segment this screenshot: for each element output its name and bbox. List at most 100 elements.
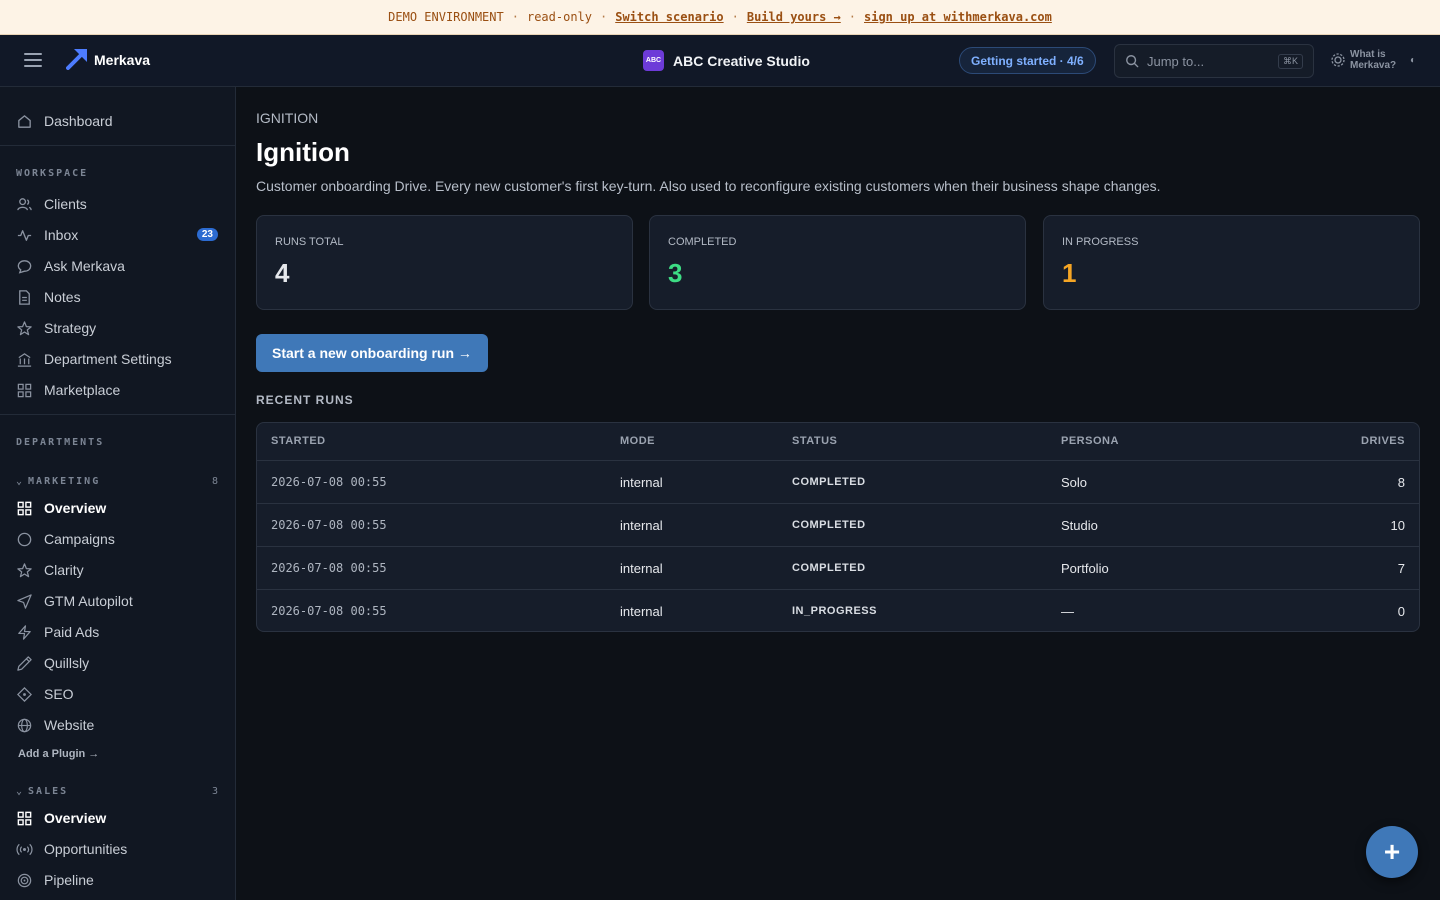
banner-separator: · bbox=[731, 10, 739, 24]
sidebar-item-inbox[interactable]: Inbox 23 bbox=[16, 223, 220, 247]
stat-value: 3 bbox=[668, 258, 683, 288]
cell-started: 2026-07-08 00:55 bbox=[271, 561, 387, 575]
sidebar-item-label: Website bbox=[44, 717, 95, 733]
divider bbox=[0, 145, 235, 146]
marketing-group-toggle[interactable]: ⌄ MARKETING 8 bbox=[16, 476, 220, 487]
sidebar-item-label: Strategy bbox=[44, 320, 97, 336]
sidebar-item-opportunities[interactable]: Opportunities bbox=[16, 837, 220, 861]
group-label: SALES bbox=[28, 786, 69, 797]
table-header: STARTED MODE STATUS PERSONA DRIVES bbox=[257, 423, 1419, 461]
users-icon bbox=[17, 197, 32, 210]
app-logo[interactable]: Merkava bbox=[66, 46, 150, 70]
signup-link[interactable]: sign up at withmerkava.com bbox=[864, 10, 1052, 24]
theme-toggle-icon[interactable]: ◐ bbox=[1410, 55, 1416, 66]
sidebar-item-department-settings[interactable]: Department Settings bbox=[16, 347, 220, 371]
search-input[interactable]: Jump to... ⌘K bbox=[1114, 44, 1314, 78]
org-switcher[interactable]: ABC ABC Creative Studio bbox=[643, 50, 810, 71]
sidebar-item-clients[interactable]: Clients bbox=[16, 192, 220, 216]
switch-scenario-link[interactable]: Switch scenario bbox=[615, 10, 723, 24]
sidebar-item-label: Pipeline bbox=[44, 872, 94, 888]
circle-icon bbox=[17, 532, 32, 546]
sidebar-item-pipeline[interactable]: Pipeline bbox=[16, 868, 220, 892]
chevron-down-icon: ⌄ bbox=[16, 476, 23, 487]
banner-separator: · bbox=[848, 10, 856, 24]
sidebar-item-label: SEO bbox=[44, 686, 74, 702]
cell-persona: — bbox=[1061, 604, 1074, 619]
cell-drives: 10 bbox=[1390, 518, 1405, 533]
pen-icon bbox=[17, 655, 32, 671]
column-header-mode[interactable]: MODE bbox=[620, 435, 655, 447]
page-title: Ignition bbox=[256, 137, 350, 167]
demo-env-label: DEMO ENVIRONMENT bbox=[388, 10, 504, 24]
sidebar-item-paid-ads[interactable]: Paid Ads bbox=[16, 620, 220, 644]
sidebar-item-notes[interactable]: Notes bbox=[16, 285, 220, 309]
sidebar-item-label: Paid Ads bbox=[44, 624, 100, 640]
sidebar-item-dashboard[interactable]: Dashboard bbox=[16, 109, 220, 133]
column-header-persona[interactable]: PERSONA bbox=[1061, 435, 1119, 447]
cell-started: 2026-07-08 00:55 bbox=[271, 518, 387, 532]
sidebar-item-gtm-autopilot[interactable]: GTM Autopilot bbox=[16, 589, 220, 613]
sidebar-item-marketplace[interactable]: Marketplace bbox=[16, 378, 220, 402]
cell-mode: internal bbox=[620, 475, 663, 490]
recent-runs-label: RECENT RUNS bbox=[256, 393, 354, 407]
sidebar-item-quillsly[interactable]: Quillsly bbox=[16, 651, 220, 675]
what-is-label: What is Merkava? bbox=[1350, 49, 1397, 71]
main-content: IGNITION Ignition Customer onboarding Dr… bbox=[236, 87, 1440, 900]
cell-mode: internal bbox=[620, 518, 663, 533]
sidebar-item-label: Overview bbox=[44, 500, 107, 516]
gear-icon bbox=[1331, 53, 1345, 67]
build-yours-link[interactable]: Build yours → bbox=[747, 10, 841, 24]
table-row[interactable]: 2026-07-08 00:55 internal COMPLETED Portfol… bbox=[257, 547, 1419, 590]
inbox-count-badge: 23 bbox=[196, 228, 218, 241]
activity-icon bbox=[17, 229, 32, 241]
column-header-status[interactable]: STATUS bbox=[792, 435, 837, 447]
stat-card-in-progress: IN PROGRESS 1 bbox=[1043, 215, 1420, 310]
star-icon bbox=[17, 562, 32, 577]
start-onboarding-run-button[interactable]: Start a new onboarding run → bbox=[256, 334, 488, 372]
sidebar-item-strategy[interactable]: Strategy bbox=[16, 316, 220, 340]
stat-label: COMPLETED bbox=[668, 236, 737, 248]
cell-mode: internal bbox=[620, 604, 663, 619]
diamond-icon bbox=[17, 686, 32, 702]
table-row[interactable]: 2026-07-08 00:55 internal COMPLETED Solo 8 bbox=[257, 461, 1419, 504]
sidebar-item-sales-overview[interactable]: Overview bbox=[16, 806, 220, 830]
broadcast-icon bbox=[16, 843, 33, 855]
cell-mode: internal bbox=[620, 561, 663, 576]
cell-status: IN_PROGRESS bbox=[792, 605, 877, 617]
cell-started: 2026-07-08 00:55 bbox=[271, 475, 387, 489]
what-is-button[interactable]: What is Merkava? ◐ bbox=[1330, 49, 1416, 71]
column-header-started[interactable]: STARTED bbox=[271, 435, 326, 447]
column-header-drives[interactable]: DRIVES bbox=[1361, 435, 1405, 447]
sidebar-item-seo[interactable]: SEO bbox=[16, 682, 220, 706]
sidebar-item-marketing-overview[interactable]: Overview bbox=[16, 496, 220, 520]
sidebar-item-ask-merkava[interactable]: Ask Merkava bbox=[16, 254, 220, 278]
banner-separator: · bbox=[511, 10, 519, 24]
add-plugin-link[interactable]: Add a Plugin → bbox=[18, 748, 99, 760]
org-name: ABC Creative Studio bbox=[673, 52, 810, 69]
cell-status: COMPLETED bbox=[792, 519, 866, 531]
table-row[interactable]: 2026-07-08 00:55 internal COMPLETED Studio 1… bbox=[257, 504, 1419, 547]
menu-icon[interactable] bbox=[24, 53, 42, 67]
cell-drives: 8 bbox=[1397, 475, 1405, 490]
departments-label: DEPARTMENTS bbox=[16, 437, 105, 448]
sidebar-item-website[interactable]: Website bbox=[16, 713, 220, 737]
grid-icon bbox=[17, 811, 32, 825]
recent-runs-table: STARTED MODE STATUS PERSONA DRIVES 2026-… bbox=[256, 422, 1420, 632]
stat-label: RUNS TOTAL bbox=[275, 236, 344, 248]
sidebar-item-label: Marketplace bbox=[44, 382, 121, 398]
grid-icon bbox=[17, 501, 32, 515]
search-shortcut: ⌘K bbox=[1277, 53, 1303, 69]
sidebar: Dashboard WORKSPACE Clients Inbox 23 Ask… bbox=[0, 87, 236, 900]
stat-card-runs-total: RUNS TOTAL 4 bbox=[256, 215, 633, 310]
sidebar-item-label: Dashboard bbox=[44, 113, 113, 129]
fab-add-button[interactable]: + bbox=[1366, 826, 1418, 878]
sidebar-item-clarity[interactable]: Clarity bbox=[16, 558, 220, 582]
sidebar-item-campaigns[interactable]: Campaigns bbox=[16, 527, 220, 551]
sales-group-toggle[interactable]: ⌄ SALES 3 bbox=[16, 786, 220, 797]
getting-started-button[interactable]: Getting started · 4/6 bbox=[959, 47, 1096, 74]
chevron-down-icon: ⌄ bbox=[16, 786, 23, 797]
sidebar-item-label: Campaigns bbox=[44, 531, 115, 547]
table-row[interactable]: 2026-07-08 00:55 internal IN_PROGRESS — 0 bbox=[257, 590, 1419, 631]
sidebar-item-label: Opportunities bbox=[44, 841, 128, 857]
cell-persona: Solo bbox=[1061, 475, 1088, 490]
